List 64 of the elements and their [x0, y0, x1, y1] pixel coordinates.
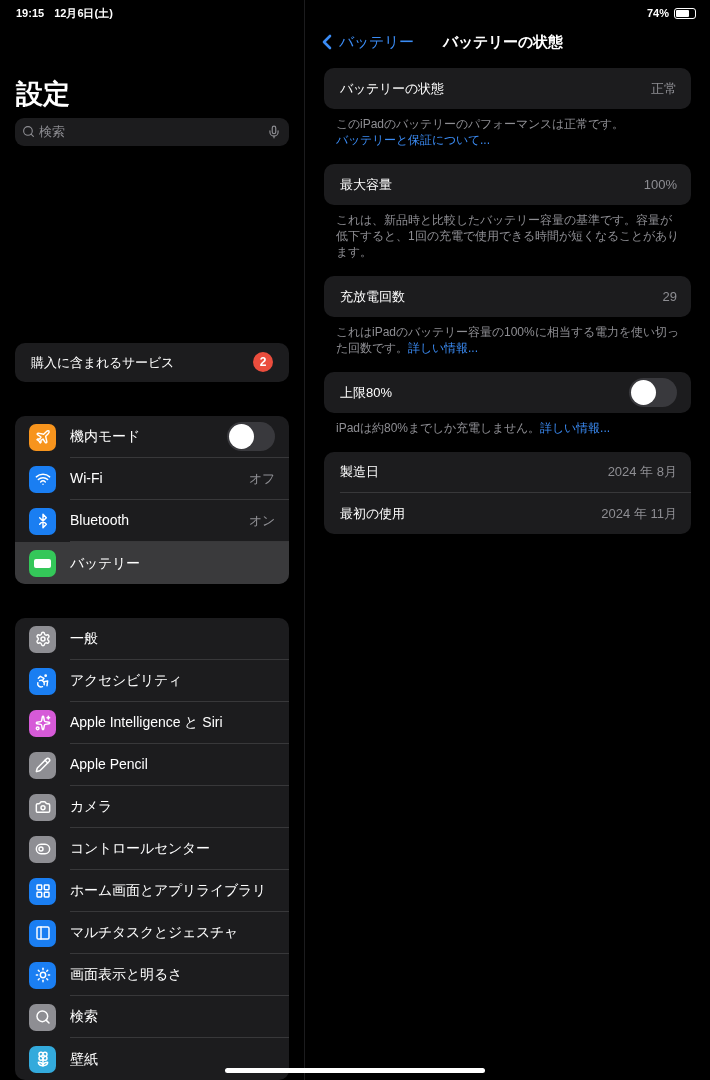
- settings-row[interactable]: バッテリー: [15, 542, 289, 584]
- row-label: Apple Intelligence と Siri: [70, 713, 224, 732]
- row-label: カメラ: [70, 797, 113, 816]
- row-label: Bluetooth: [70, 511, 131, 530]
- footnote: このiPadのバッテリーのパフォーマンスは正常です。 バッテリーと保証について...: [335, 116, 626, 149]
- page-title: バッテリーの状態: [443, 31, 563, 52]
- settings-row[interactable]: Apple Intelligence と Siri: [15, 702, 289, 744]
- footnote: これは、新品時と比較したバッテリー容量の基準です。容量が低下すると、1回の充電で使用できる時間が短くなることがあります。: [335, 212, 680, 261]
- status-date: 12月6日(土): [54, 6, 113, 21]
- services-row[interactable]: 購入に含まれるサービス 2: [15, 342, 289, 382]
- row-value: 29: [662, 287, 677, 306]
- row-label: バッテリーの状態: [340, 79, 445, 98]
- row-label: 上限80%: [340, 383, 394, 402]
- search-icon: [22, 124, 35, 138]
- back-button[interactable]: バッテリー: [315, 30, 443, 54]
- row-label: マルチタスクとジェスチャ: [70, 923, 239, 942]
- settings-row[interactable]: アクセシビリティ: [15, 660, 289, 702]
- row-label: ホーム画面とアプリライブラリ: [70, 881, 267, 900]
- row-label: 一般: [70, 629, 99, 648]
- settings-row[interactable]: ホーム画面とアプリライブラリ: [15, 870, 289, 912]
- row-label: アクセシビリティ: [70, 671, 183, 690]
- row-value: 2024 年 11月: [601, 504, 677, 523]
- row-label: バッテリー: [70, 553, 141, 573]
- microphone-icon: [267, 124, 281, 139]
- row-label: 画面表示と明るさ: [70, 965, 183, 984]
- row-value: 100%: [643, 175, 677, 194]
- row-value: オン: [249, 511, 275, 530]
- row-value: オフ: [249, 469, 275, 488]
- row-label: 購入に含まれるサービス: [31, 353, 175, 372]
- row-label: 最大容量: [340, 175, 393, 194]
- info-link[interactable]: 詳しい情報...: [408, 341, 478, 355]
- footnote: iPadは約80%までしか充電しません。詳しい情報...: [335, 420, 612, 437]
- battery-icon: [674, 8, 696, 19]
- footnote: これはiPadのバッテリー容量の100%に相当する電力を使い切った回数です。詳しい情報...: [335, 324, 680, 357]
- row-value: 2024 年 8月: [607, 463, 677, 482]
- toggle-switch[interactable]: [629, 378, 677, 407]
- settings-row[interactable]: 壁紙: [15, 1038, 289, 1080]
- notification-badge: 2: [253, 352, 273, 373]
- row-label: 充放電回数: [340, 287, 406, 306]
- settings-row[interactable]: マルチタスクとジェスチャ: [15, 912, 289, 954]
- row-label: Apple Pencil: [70, 755, 149, 774]
- status-time: 19:15: [16, 6, 45, 21]
- toggle-switch[interactable]: [227, 422, 275, 451]
- row-label: 検索: [70, 1007, 99, 1026]
- search-field[interactable]: 検索: [15, 117, 289, 146]
- row-label: Wi-Fi: [70, 469, 104, 488]
- row-label: 最初の使用: [340, 504, 406, 523]
- row-value: 正常: [651, 79, 677, 98]
- settings-row[interactable]: 検索: [15, 996, 289, 1038]
- row-label: 機内モード: [70, 427, 141, 446]
- row-label: 壁紙: [70, 1049, 99, 1069]
- info-link[interactable]: 詳しい情報...: [540, 421, 611, 435]
- settings-title: 設定: [15, 77, 71, 111]
- row-label: コントロールセンター: [70, 839, 211, 858]
- info-link[interactable]: バッテリーと保証について...: [336, 133, 490, 147]
- settings-row[interactable]: 一般: [15, 618, 289, 660]
- settings-row[interactable]: Apple Pencil: [15, 744, 289, 786]
- battery-percent: 74%: [646, 6, 669, 22]
- settings-row[interactable]: カメラ: [15, 786, 289, 828]
- settings-row[interactable]: 画面表示と明るさ: [15, 954, 289, 996]
- settings-row[interactable]: コントロールセンター: [15, 828, 289, 870]
- row-label: 製造日: [340, 463, 380, 482]
- settings-row[interactable]: 機内モード: [15, 416, 289, 458]
- settings-row[interactable]: Wi-Fi オフ: [15, 458, 289, 500]
